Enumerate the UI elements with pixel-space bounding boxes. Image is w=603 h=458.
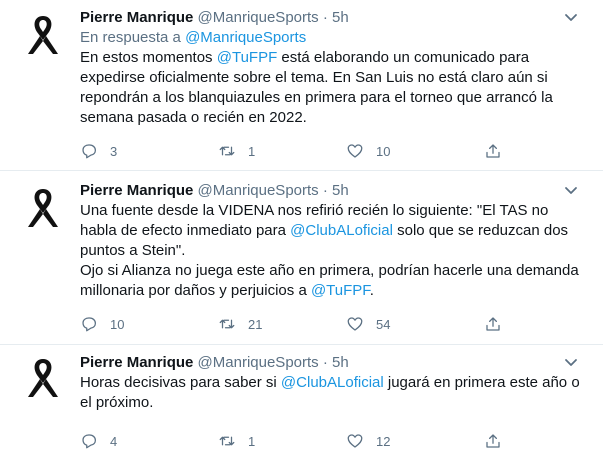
author-handle[interactable]: @ManriqueSports xyxy=(198,9,319,26)
tweet-header: Pierre Manrique @ManriqueSports · 5h xyxy=(80,181,581,201)
separator-dot: · xyxy=(322,354,328,371)
retweet-icon xyxy=(219,319,235,329)
reply-button[interactable]: 4 xyxy=(80,429,117,453)
author-handle[interactable]: @ManriqueSports xyxy=(198,354,319,371)
more-options-button[interactable] xyxy=(561,181,581,201)
share-button[interactable] xyxy=(484,139,502,163)
reply-icon xyxy=(82,434,97,449)
heart-icon xyxy=(347,144,363,158)
retweet-button[interactable]: 1 xyxy=(218,429,255,453)
author-name[interactable]: Pierre Manrique xyxy=(80,354,193,371)
tweet-text: Horas decisivas para saber si @ClubALofi… xyxy=(80,373,581,413)
share-icon xyxy=(486,144,500,158)
mourning-ribbon-icon xyxy=(28,16,58,54)
reply-button[interactable]: 3 xyxy=(80,139,117,163)
like-button[interactable]: 10 xyxy=(346,139,390,163)
heart-icon xyxy=(347,317,363,331)
chevron-down-icon xyxy=(565,359,577,366)
text-segment: En estos momentos xyxy=(80,49,217,66)
reply-to-mention[interactable]: @ManriqueSports xyxy=(185,29,306,46)
avatar[interactable] xyxy=(18,183,68,233)
chevron-down-icon xyxy=(565,14,577,21)
mourning-ribbon-icon xyxy=(28,189,58,227)
text-segment: . xyxy=(369,282,374,299)
tweet-body: Pierre Manrique @ManriqueSports · 5h En … xyxy=(80,8,581,159)
reply-context: En respuesta a @ManriqueSports xyxy=(80,28,581,48)
tweet-body: Pierre Manrique @ManriqueSports · 5h Hor… xyxy=(80,353,581,449)
share-icon xyxy=(486,317,500,331)
like-count: 10 xyxy=(376,143,391,159)
tweet[interactable]: Pierre Manrique @ManriqueSports · 5h En … xyxy=(0,0,603,171)
reply-icon xyxy=(82,317,97,332)
tweet[interactable]: Pierre Manrique @ManriqueSports · 5h Hor… xyxy=(0,345,603,458)
tweet-body: Pierre Manrique @ManriqueSports · 5h Una… xyxy=(80,181,581,332)
text-segment: Horas decisivas para saber si xyxy=(80,374,281,391)
share-button[interactable] xyxy=(484,429,502,453)
reply-count: 4 xyxy=(110,433,118,449)
tweet-actions: 4 1 12 xyxy=(80,429,520,453)
tweet-header: Pierre Manrique @ManriqueSports · 5h xyxy=(80,353,581,373)
chevron-down-icon xyxy=(565,187,577,194)
retweet-count: 1 xyxy=(248,143,256,159)
retweet-icon xyxy=(219,436,235,446)
tweet-actions: 10 21 54 xyxy=(80,312,520,336)
tweet-text: Una fuente desde la VIDENA nos refirió r… xyxy=(80,201,581,301)
reply-button[interactable]: 10 xyxy=(80,312,124,336)
retweet-count: 21 xyxy=(248,316,263,332)
more-options-button[interactable] xyxy=(561,8,581,28)
tweet-actions: 3 1 10 xyxy=(80,139,520,163)
retweet-button[interactable]: 1 xyxy=(218,139,255,163)
retweet-button[interactable]: 21 xyxy=(218,312,262,336)
mention-link[interactable]: @ClubALoficial xyxy=(281,374,384,391)
timestamp[interactable]: 5h xyxy=(332,354,349,371)
timestamp[interactable]: 5h xyxy=(332,9,349,26)
tweet-thread: Pierre Manrique @ManriqueSports · 5h En … xyxy=(0,0,603,458)
like-button[interactable]: 12 xyxy=(346,429,390,453)
tweet-header: Pierre Manrique @ManriqueSports · 5h xyxy=(80,8,581,28)
mention-link[interactable]: @TuFPF xyxy=(311,282,370,299)
avatar[interactable] xyxy=(18,10,68,60)
mourning-ribbon-icon xyxy=(28,359,58,397)
tweet[interactable]: Pierre Manrique @ManriqueSports · 5h Una… xyxy=(0,171,603,345)
mention-link[interactable]: @TuFPF xyxy=(217,49,278,66)
author-handle[interactable]: @ManriqueSports xyxy=(198,182,319,199)
share-icon xyxy=(486,434,500,448)
timestamp[interactable]: 5h xyxy=(332,182,349,199)
separator-dot: · xyxy=(322,182,328,199)
tweet-text: En estos momentos @TuFPF está elaborando… xyxy=(80,48,581,128)
share-button[interactable] xyxy=(484,312,502,336)
avatar[interactable] xyxy=(18,353,68,403)
mention-link[interactable]: @ClubALoficial xyxy=(290,222,393,239)
like-count: 12 xyxy=(376,433,391,449)
heart-icon xyxy=(347,434,363,448)
author-name[interactable]: Pierre Manrique xyxy=(80,9,193,26)
reply-icon xyxy=(82,144,97,159)
like-count: 54 xyxy=(376,316,391,332)
author-name[interactable]: Pierre Manrique xyxy=(80,182,193,199)
retweet-count: 1 xyxy=(248,433,256,449)
reply-prefix: En respuesta a xyxy=(80,29,186,46)
retweet-icon xyxy=(219,146,235,156)
separator-dot: · xyxy=(322,9,328,26)
like-button[interactable]: 54 xyxy=(346,312,390,336)
reply-count: 10 xyxy=(110,316,125,332)
reply-count: 3 xyxy=(110,143,118,159)
more-options-button[interactable] xyxy=(561,353,581,373)
